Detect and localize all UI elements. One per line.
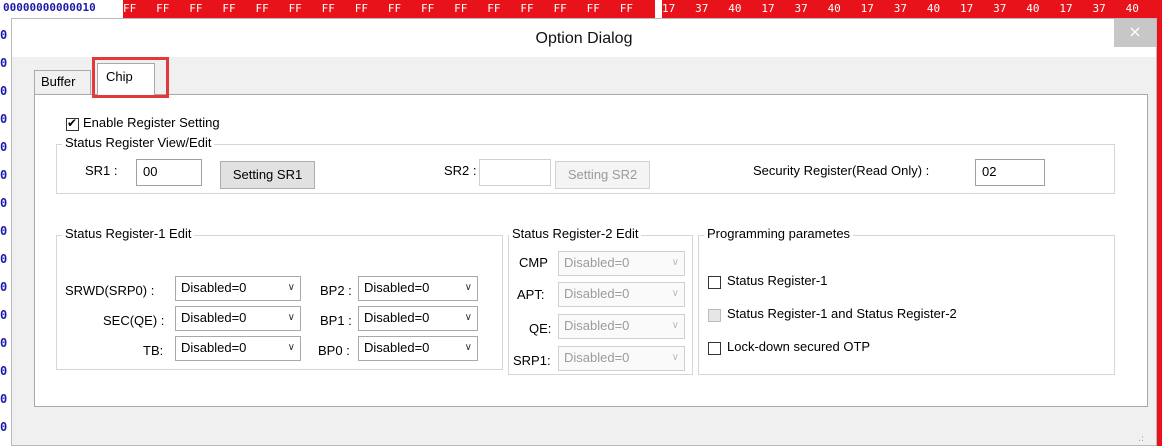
cmp-value: Disabled=0 [564, 255, 630, 270]
bp0-value: Disabled=0 [364, 340, 430, 355]
chevron-down-icon: ∨ [287, 282, 295, 293]
security-register-label: Security Register(Read Only) : [753, 163, 930, 178]
qe-label: QE: [529, 321, 552, 336]
gutter-row: 0 [0, 308, 8, 322]
cmp-select[interactable]: Disabled=0 ∨ [558, 251, 685, 276]
gutter-row: 0 [0, 168, 8, 182]
chevron-down-icon: ∨ [287, 342, 295, 353]
chip-tab-highlight [92, 57, 169, 98]
security-register-value[interactable]: 02 [975, 159, 1045, 186]
ascii-bytes-row: 17 37 40 17 37 40 17 37 40 17 37 40 17 3… [662, 0, 1162, 18]
lock-down-otp-option-label: Lock-down secured OTP [727, 339, 871, 354]
gutter-row: 0 [0, 420, 8, 434]
bp0-select[interactable]: Disabled=0 ∨ [358, 336, 478, 361]
enable-register-label: Enable Register Setting [83, 115, 220, 130]
bp1-select[interactable]: Disabled=0 ∨ [358, 306, 478, 331]
sr1-input[interactable]: 00 [136, 159, 202, 186]
gutter-row: 0 [0, 280, 8, 294]
bp2-value: Disabled=0 [364, 280, 430, 295]
apt-select[interactable]: Disabled=0 ∨ [558, 282, 685, 307]
programming-parameters-legend: Programming parametes [704, 226, 854, 242]
status-register-1-option-label: Status Register-1 [727, 273, 828, 288]
sr1-label: SR1 : [85, 163, 118, 178]
gutter-row: 0 [0, 196, 8, 210]
bp2-select[interactable]: Disabled=0 ∨ [358, 276, 478, 301]
apt-label: APT: [517, 287, 545, 302]
chevron-down-icon: ∨ [671, 352, 679, 363]
bp1-value: Disabled=0 [364, 310, 430, 325]
status-register-1-and-2-option-label: Status Register-1 and Status Register-2 [727, 306, 957, 321]
chevron-down-icon: ∨ [671, 320, 679, 331]
gutter-row: 0 [0, 112, 8, 126]
status-register-1-and-2-checkbox[interactable] [708, 309, 721, 322]
lock-down-otp-checkbox[interactable] [708, 342, 721, 355]
gutter-row: 0 [0, 28, 8, 42]
gutter-row: 0 [0, 336, 8, 350]
tb-select[interactable]: Disabled=0 ∨ [175, 336, 301, 361]
sec-qe-select[interactable]: Disabled=0 ∨ [175, 306, 301, 331]
enable-register-checkbox[interactable] [66, 116, 79, 131]
chevron-down-icon: ∨ [287, 312, 295, 323]
gutter-row: 0 [0, 84, 8, 98]
gutter-row: 0 [0, 252, 8, 266]
gutter-row: 0 [0, 392, 8, 406]
bp1-label: BP1 : [320, 313, 352, 328]
qe-value: Disabled=0 [564, 318, 630, 333]
status-register-2-edit-legend: Status Register-2 Edit [509, 226, 642, 242]
srwd-value: Disabled=0 [181, 280, 247, 295]
chevron-down-icon: ∨ [671, 288, 679, 299]
status-register-1-edit-legend: Status Register-1 Edit [62, 226, 195, 242]
option-dialog: Option Dialog × Buffer Enable Register S… [11, 18, 1157, 446]
chevron-down-icon: ∨ [464, 312, 472, 323]
gutter-row: 0 [0, 224, 8, 238]
srwd-label: SRWD(SRP0) : [65, 283, 155, 298]
setting-sr2-button[interactable]: Setting SR2 [555, 161, 650, 189]
gutter-row: 0 [0, 140, 8, 154]
gutter-row: 0 [0, 56, 8, 70]
setting-sr1-button[interactable]: Setting SR1 [220, 161, 315, 189]
tab-buffer[interactable]: Buffer [34, 70, 91, 94]
chip-tab-panel: Enable Register Setting Status Register … [34, 94, 1148, 407]
sec-qe-label: SEC(QE) : [103, 313, 165, 328]
chevron-down-icon: ∨ [671, 257, 679, 268]
dialog-title: Option Dialog [535, 30, 633, 47]
close-button[interactable]: × [1114, 19, 1156, 47]
status-register-1-checkbox[interactable] [708, 276, 721, 289]
sr2-label: SR2 : [444, 163, 477, 178]
tb-value: Disabled=0 [181, 340, 247, 355]
sr2-input[interactable] [479, 159, 551, 186]
dialog-titlebar[interactable]: Option Dialog × [12, 19, 1156, 57]
hex-view-header: 00000000000010 FF FF FF FF FF FF FF FF F… [0, 0, 1162, 18]
sec-qe-value: Disabled=0 [181, 310, 247, 325]
qe-select[interactable]: Disabled=0 ∨ [558, 314, 685, 339]
status-register-view-legend: Status Register View/Edit [62, 135, 215, 151]
bp2-label: BP2 : [320, 283, 352, 298]
hex-bytes-row: FF FF FF FF FF FF FF FF FF FF FF FF FF F… [123, 0, 655, 18]
srp1-label: SRP1: [513, 353, 551, 368]
resize-grip-icon[interactable]: .: [1138, 434, 1152, 444]
srp1-select[interactable]: Disabled=0 ∨ [558, 346, 685, 371]
apt-value: Disabled=0 [564, 286, 630, 301]
hex-row-gutter: 0 0 0 0 0 0 0 0 0 0 0 0 0 0 0 [0, 18, 10, 446]
srwd-select[interactable]: Disabled=0 ∨ [175, 276, 301, 301]
srp1-value: Disabled=0 [564, 350, 630, 365]
chevron-down-icon: ∨ [464, 282, 472, 293]
bp0-label: BP0 : [318, 343, 350, 358]
tb-label: TB: [143, 343, 164, 358]
close-icon: × [1128, 22, 1142, 41]
programming-parameters-group [698, 235, 1115, 375]
chevron-down-icon: ∨ [464, 342, 472, 353]
gutter-row: 0 [0, 364, 8, 378]
hex-view-edge [1157, 18, 1162, 446]
cmp-label: CMP [519, 255, 548, 270]
hex-address: 00000000000010 [3, 1, 96, 14]
